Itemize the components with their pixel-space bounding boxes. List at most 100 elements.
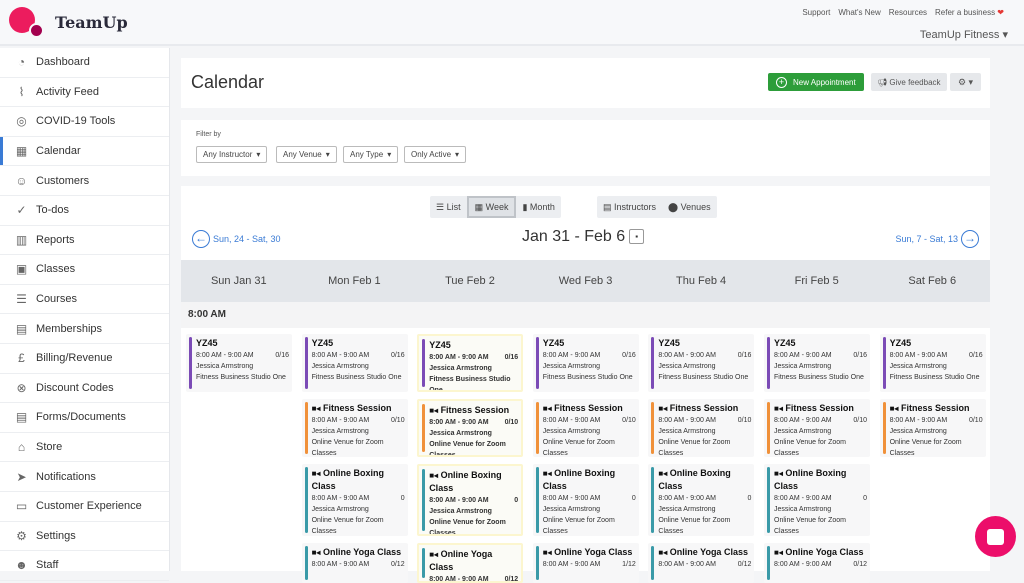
sidebar-item-courses[interactable]: ☰ Courses [0,285,169,315]
event-card[interactable]: ■◂ Fitness Session 8:00 AM - 9:00 AM 0/10 J… [648,399,755,457]
event-card[interactable]: ■◂ Fitness Session 8:00 AM - 9:00 AM 0/10 J… [879,399,986,457]
event-venue: Fitness Business Studio One [311,374,402,381]
event-instructor: Jessica Armstrong [542,506,600,513]
event-card[interactable]: YZ45 8:00 AM - 9:00 AM 0/16 Jessica Armstro… [764,334,870,392]
event-card[interactable]: ■◂ Fitness Session 8:00 AM - 9:00 AM 0/10 J… [301,399,408,457]
event-title: ■◂ Fitness Session [658,402,751,415]
event-capacity: 0/16 [390,352,405,359]
event-card[interactable]: ■◂ Online Yoga Class 8:00 AM - 9:00 AM 0/1… [764,543,870,583]
sidebar-item-label: Dashboard [36,56,90,69]
next-week-link[interactable]: Sun, 7 - Sat, 13 → [895,230,979,248]
sidebar-item-dashboard[interactable]: ◔ Dashboard [0,48,169,78]
event-venue: Online Venue for Zoom Classes [774,517,846,535]
event-capacity: 0 [400,495,405,502]
event-color-bar [535,337,539,389]
event-card[interactable]: YZ45 8:00 AM - 9:00 AM 0/16 Jessica Armstro… [648,334,755,392]
event-card[interactable]: YZ45 8:00 AM - 9:00 AM 0/16 Jessica Armstro… [532,334,639,392]
month-view-button[interactable]: ▮ Month [516,196,560,218]
event-capacity: 0 [631,495,636,502]
venue-filter[interactable]: Any Venue ▾ [276,146,337,163]
sidebar-item-reports[interactable]: ▥ Reports [0,226,169,256]
teamup-logo[interactable] [9,7,44,38]
instructors-view-button[interactable]: ▤ Instructors [597,196,662,218]
support-link[interactable]: Support [802,8,830,17]
chat-icon [987,528,1004,545]
sidebar-item-store[interactable]: ⌂ Store [0,433,169,463]
event-card[interactable]: ■◂ Online Yoga Class 8:00 AM - 9:00 AM 0/1… [417,543,524,583]
sidebar-item-covid-19-tools[interactable]: ◎ COVID-19 Tools [0,107,169,137]
event-card[interactable]: ■◂ Online Yoga Class 8:00 AM - 9:00 AM 0/1… [301,543,408,583]
give-feedback-button[interactable]: 📢︎ Give feedback [871,73,947,91]
event-time: 8:00 AM - 9:00 AM 0 [774,493,867,504]
sidebar-item-calendar[interactable]: ▦ Calendar [0,136,169,167]
sidebar-item-label: Store [36,441,63,454]
video-icon: ■◂ [658,404,668,413]
week-view-button[interactable]: ▦ Week [466,196,517,218]
sidebar-item-forms-documents[interactable]: ▤ Forms/Documents [0,403,169,433]
resources-link[interactable]: Resources [889,8,927,17]
event-card[interactable]: YZ45 8:00 AM - 9:00 AM 0/16 Jessica Armstro… [186,334,292,392]
chat-launcher-button[interactable] [975,516,1016,557]
video-icon: ■◂ [774,404,783,413]
sidebar-item-discount-codes[interactable]: ⊗ Discount Codes [0,374,169,404]
event-card[interactable]: ■◂ Online Boxing Class 8:00 AM - 9:00 AM 0… [532,464,639,536]
sidebar-item-customer-experience[interactable]: ▭ Customer Experience [0,492,169,522]
sidebar-item-staff[interactable]: ☻ Staff [0,551,169,581]
event-time-label: 8:00 AM - 9:00 AM [429,354,489,361]
event-card[interactable]: ■◂ Online Yoga Class 8:00 AM - 9:00 AM 1/1… [532,543,639,583]
settings-dropdown-button[interactable]: ⚙ ▾ [950,73,981,91]
event-card[interactable]: YZ45 8:00 AM - 9:00 AM 0/16 Jessica Armstro… [417,334,524,392]
sidebar-item-label: Staff [36,559,59,572]
event-title: YZ45 [890,337,983,350]
time-slot-label: 8:00 AM [181,302,990,328]
event-card[interactable]: ■◂ Online Boxing Class 8:00 AM - 9:00 AM 0… [301,464,408,536]
instructor-filter[interactable]: Any Instructor ▾ [196,146,268,163]
type-filter[interactable]: Any Type ▾ [343,146,399,163]
event-color-bar [535,467,539,533]
sidebar-icon: ▤ [15,410,28,425]
sidebar-item-to-dos[interactable]: ✓ To-dos [0,196,169,226]
sidebar-item-billing-revenue[interactable]: £ Billing/Revenue [0,344,169,374]
prev-week-link[interactable]: ← Sun, 24 - Sat, 30 [192,230,281,248]
video-icon: ■◂ [311,469,321,478]
sidebar-item-activity-feed[interactable]: ⌇ Activity Feed [0,78,169,108]
event-time: 8:00 AM - 9:00 AM 0/10 [890,415,983,426]
event-card[interactable]: ■◂ Online Boxing Class 8:00 AM - 9:00 AM 0… [648,464,755,536]
sidebar-item-customers[interactable]: ☺ Customers [0,166,169,196]
event-title: ■◂ Online Yoga Class [429,548,518,574]
sidebar-icon: £ [18,351,25,366]
event-card[interactable]: ■◂ Fitness Session 8:00 AM - 9:00 AM 0/10 J… [764,399,870,457]
event-card[interactable]: YZ45 8:00 AM - 9:00 AM 0/16 Jessica Armstro… [879,334,986,392]
event-capacity: 0/10 [737,417,752,424]
page-title: Calendar [191,72,265,92]
event-title-label: Online Yoga Class [785,547,864,557]
event-title: ■◂ Online Boxing Class [543,467,636,493]
whats-new-link[interactable]: What's New [838,8,880,17]
sidebar-item-settings[interactable]: ⚙ Settings [0,522,169,552]
business-selector[interactable]: TeamUp Fitness ▾ [920,28,1008,41]
event-time: 8:00 AM - 9:00 AM 0/10 [543,415,636,426]
refer-link[interactable]: Refer a business ❤ [935,8,1004,17]
list-view-button[interactable]: ☰ List [430,196,467,218]
event-card[interactable]: ■◂ Fitness Session 8:00 AM - 9:00 AM 0/10 J… [532,399,639,457]
event-time-label: 8:00 AM - 9:00 AM [774,417,832,424]
event-card[interactable]: ■◂ Online Boxing Class 8:00 AM - 9:00 AM 0… [764,464,870,536]
status-filter[interactable]: Only Active ▾ [404,146,467,163]
sidebar-icon: ▥ [15,232,28,247]
date-picker-button[interactable]: ▪ [629,229,645,245]
event-card[interactable]: ■◂ Fitness Session 8:00 AM - 9:00 AM 0/10 J… [417,399,524,457]
sidebar-item-classes[interactable]: ▣ Classes [0,255,169,285]
event-capacity: 0/12 [504,576,519,583]
video-icon: ■◂ [658,548,668,557]
event-color-bar [651,402,655,454]
event-venue: Online Venue for Zoom Classes [311,517,384,535]
sidebar-item-memberships[interactable]: ▤ Memberships [0,314,169,344]
venues-view-button[interactable]: ⬤ Venues [662,196,717,218]
sidebar-item-notifications[interactable]: ➤ Notifications [0,462,169,492]
event-card[interactable]: YZ45 8:00 AM - 9:00 AM 0/16 Jessica Armstro… [301,334,408,392]
new-appointment-button[interactable]: + New Appointment [768,73,864,91]
event-card[interactable]: ■◂ Online Boxing Class 8:00 AM - 9:00 AM 0… [417,464,524,536]
event-capacity: 0/12 [390,561,405,568]
video-icon: ■◂ [774,469,783,478]
event-card[interactable]: ■◂ Online Yoga Class 8:00 AM - 9:00 AM 0/1… [648,543,755,583]
